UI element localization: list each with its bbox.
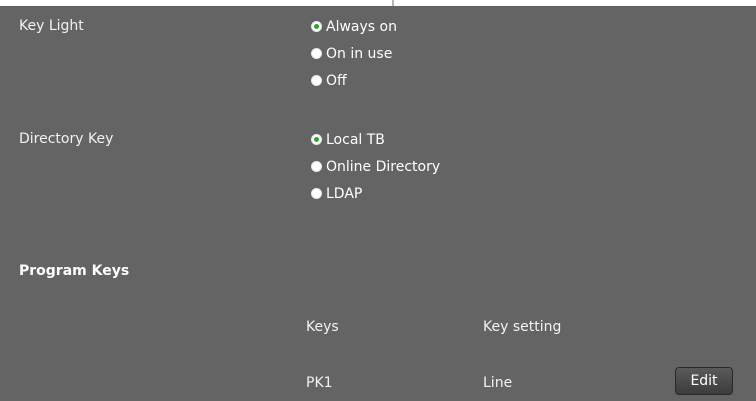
top-divider-marker (392, 0, 394, 6)
radio-unchecked-icon[interactable] (311, 75, 322, 86)
program-keys-title: Program Keys (19, 263, 130, 279)
key-setting-cell: Line (483, 375, 513, 391)
directory-key-radio-group: Local TB Online Directory LDAP (311, 126, 440, 207)
top-divider (0, 0, 756, 6)
radio-checked-icon[interactable] (311, 21, 322, 32)
column-header-key-setting: Key setting (483, 319, 562, 335)
directory-key-option-online-directory[interactable]: Online Directory (311, 153, 440, 180)
directory-key-option-ldap[interactable]: LDAP (311, 180, 440, 207)
key-light-option-on-in-use[interactable]: On in use (311, 40, 397, 67)
directory-key-option-local-tb[interactable]: Local TB (311, 126, 440, 153)
radio-label: Always on (326, 18, 397, 35)
column-header-keys: Keys (306, 319, 339, 335)
radio-label: Local TB (326, 131, 385, 148)
edit-button[interactable]: Edit (675, 367, 733, 395)
radio-label: On in use (326, 45, 393, 62)
radio-label: Off (326, 72, 347, 89)
radio-unchecked-icon[interactable] (311, 48, 322, 59)
directory-key-label: Directory Key (19, 131, 114, 147)
key-cell: PK1 (306, 375, 333, 391)
key-light-option-off[interactable]: Off (311, 67, 397, 94)
key-light-option-always-on[interactable]: Always on (311, 13, 397, 40)
radio-label: LDAP (326, 185, 363, 202)
radio-checked-icon[interactable] (311, 134, 322, 145)
radio-unchecked-icon[interactable] (311, 188, 322, 199)
radio-label: Online Directory (326, 158, 441, 175)
key-light-label: Key Light (19, 18, 84, 34)
radio-unchecked-icon[interactable] (311, 161, 322, 172)
key-light-radio-group: Always on On in use Off (311, 13, 397, 94)
